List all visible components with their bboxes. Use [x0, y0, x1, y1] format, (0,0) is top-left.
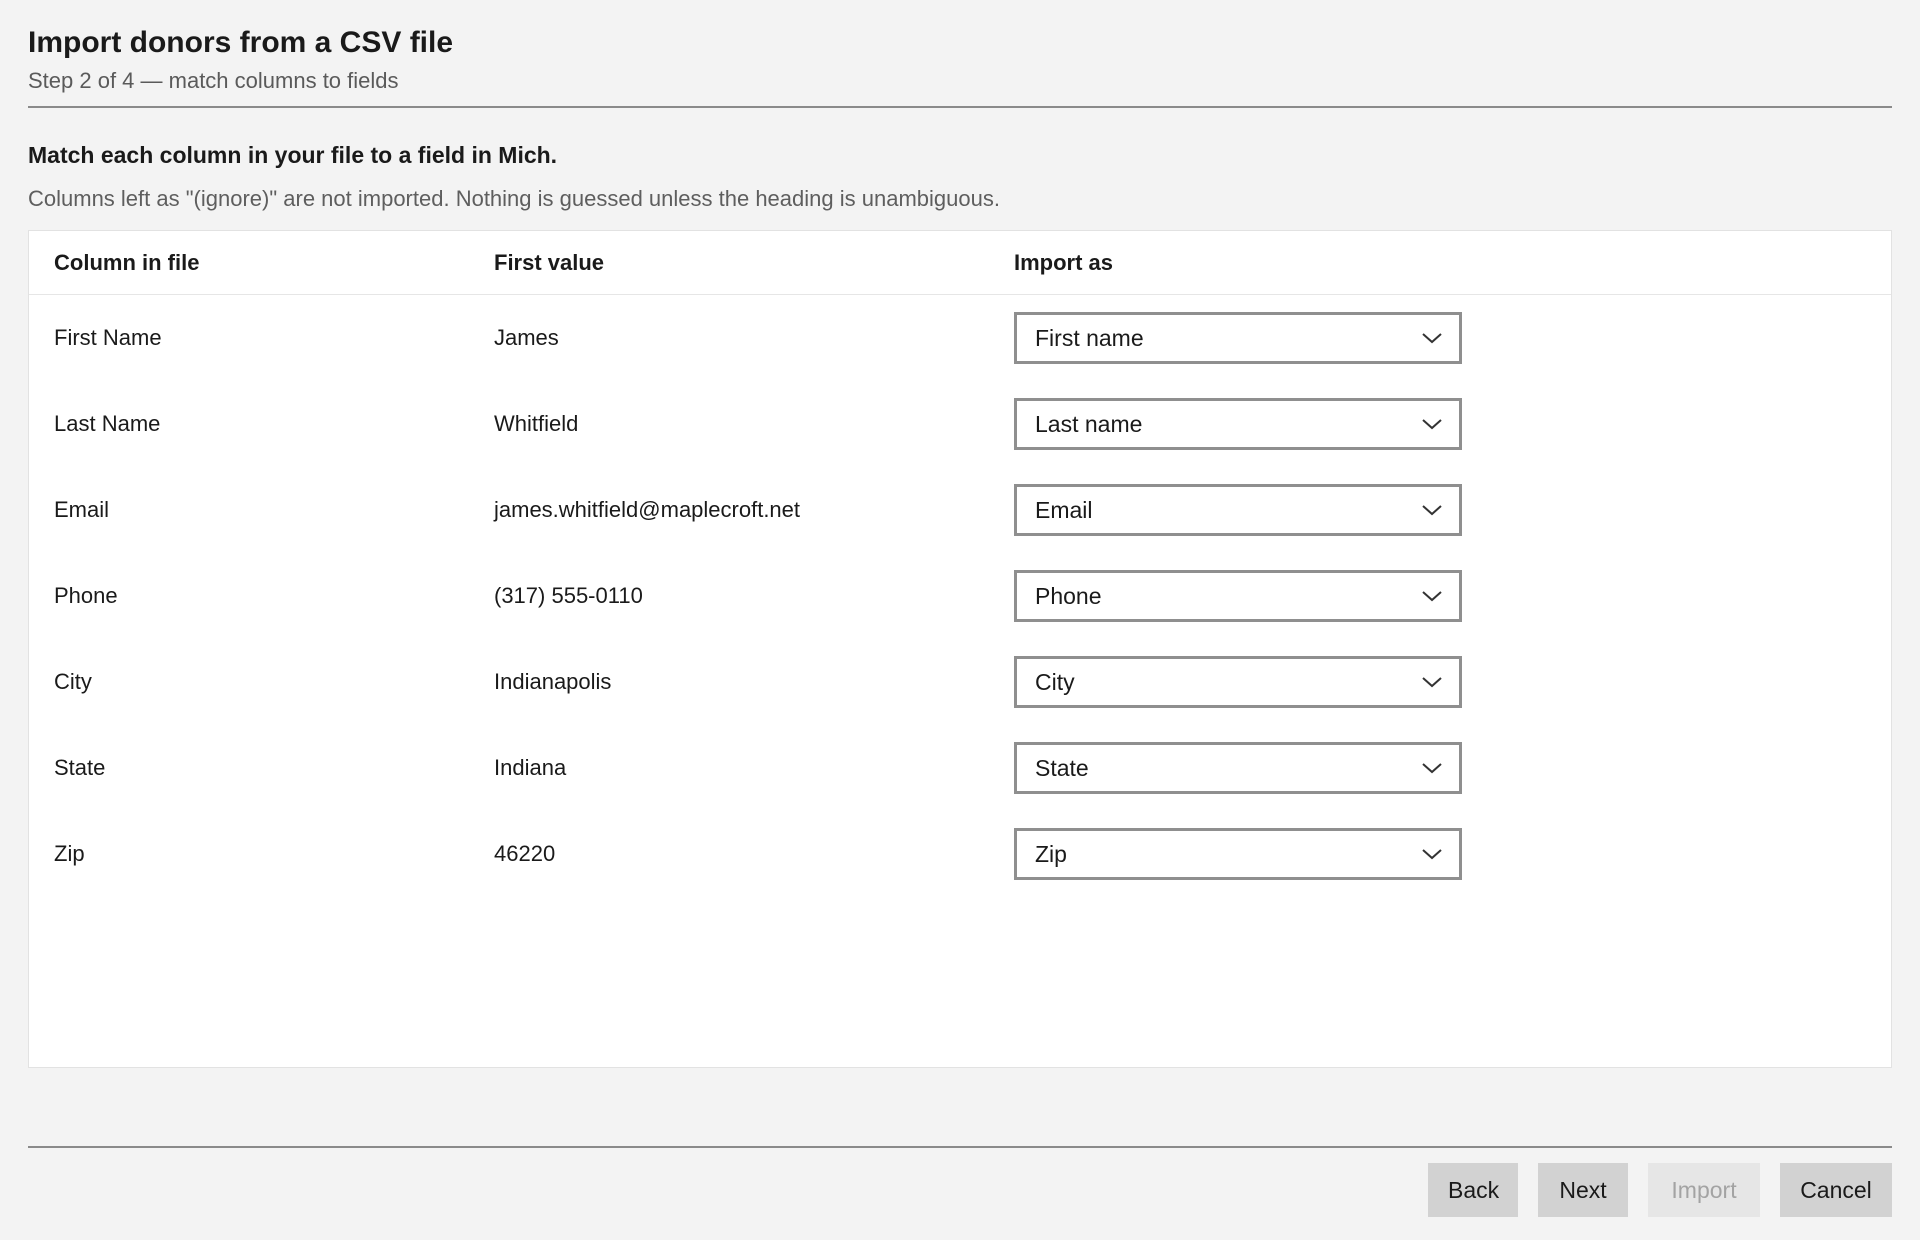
dropdown-selected-value: State: [1035, 754, 1089, 781]
dropdown-selected-value: Last name: [1035, 410, 1143, 437]
column-name: State: [54, 755, 106, 780]
table-row: First Name James First name: [29, 295, 1891, 381]
table-row: Zip 46220 Zip: [29, 811, 1891, 897]
first-value: Indiana: [494, 755, 567, 780]
cancel-button[interactable]: Cancel: [1780, 1163, 1892, 1217]
first-value: James: [494, 325, 559, 350]
wizard-buttons: Back Next Import Cancel: [1428, 1163, 1892, 1217]
table-row: Email james.whitfield@maplecroft.net Ema…: [29, 467, 1891, 553]
footer-divider: [28, 1146, 1892, 1148]
next-button[interactable]: Next: [1538, 1163, 1628, 1217]
table-body: First Name James First name Last Name Wh…: [29, 295, 1891, 897]
import-as-cell: Zip: [1014, 828, 1891, 880]
dropdown-selected-value: Phone: [1035, 582, 1102, 609]
table-header: Column in file First value Import as: [29, 231, 1891, 295]
table-row: State Indiana State: [29, 725, 1891, 811]
import-wizard-page: Import donors from a CSV file Step 2 of …: [0, 0, 1920, 1240]
chevron-down-icon: [1422, 333, 1442, 344]
import-as-dropdown[interactable]: First name: [1014, 312, 1462, 364]
import-as-cell: State: [1014, 742, 1891, 794]
first-value: james.whitfield@maplecroft.net: [494, 497, 801, 522]
header-import-as: Import as: [1014, 249, 1114, 275]
first-value: Whitfield: [494, 411, 579, 436]
column-name: Zip: [54, 841, 85, 866]
column-name: Phone: [54, 583, 118, 608]
chevron-down-icon: [1422, 677, 1442, 688]
import-as-cell: Last name: [1014, 398, 1891, 450]
back-button[interactable]: Back: [1428, 1163, 1518, 1217]
import-as-dropdown[interactable]: Zip: [1014, 828, 1462, 880]
first-value: 46220: [494, 841, 556, 866]
page-title: Import donors from a CSV file: [28, 26, 454, 59]
chevron-down-icon: [1422, 419, 1442, 430]
chevron-down-icon: [1422, 763, 1442, 774]
dropdown-selected-value: Zip: [1035, 840, 1067, 867]
header: Import donors from a CSV file Step 2 of …: [28, 0, 1892, 108]
table-row: City Indianapolis City: [29, 639, 1891, 725]
import-button: Import: [1648, 1163, 1760, 1217]
column-name: City: [54, 669, 92, 694]
column-mapping-table: Column in file First value Import as Fir…: [28, 230, 1892, 1068]
dropdown-selected-value: First name: [1035, 324, 1144, 351]
instructions-hint: Columns left as "(ignore)" are not impor…: [28, 186, 1000, 211]
import-as-dropdown[interactable]: City: [1014, 656, 1462, 708]
header-divider: [28, 106, 1892, 108]
table-row: Phone (317) 555-0110 Phone: [29, 553, 1891, 639]
first-value: (317) 555-0110: [494, 583, 643, 608]
header-column-in-file: Column in file: [54, 249, 200, 275]
header-first-value: First value: [494, 249, 605, 275]
import-as-dropdown[interactable]: Phone: [1014, 570, 1462, 622]
chevron-down-icon: [1422, 591, 1442, 602]
import-as-cell: Phone: [1014, 570, 1891, 622]
column-name: Email: [54, 497, 110, 522]
column-name: First Name: [54, 325, 162, 350]
dropdown-selected-value: Email: [1035, 496, 1093, 523]
import-as-dropdown[interactable]: Email: [1014, 484, 1462, 536]
chevron-down-icon: [1422, 505, 1442, 516]
chevron-down-icon: [1422, 849, 1442, 860]
import-as-cell: First name: [1014, 312, 1891, 364]
import-as-cell: City: [1014, 656, 1891, 708]
table-row: Last Name Whitfield Last name: [29, 381, 1891, 467]
instructions-heading: Match each column in your file to a fiel…: [28, 142, 558, 168]
column-name: Last Name: [54, 411, 161, 436]
dropdown-selected-value: City: [1035, 668, 1075, 695]
import-as-dropdown[interactable]: Last name: [1014, 398, 1462, 450]
import-as-cell: Email: [1014, 484, 1891, 536]
step-indicator: Step 2 of 4 — match columns to fields: [28, 68, 399, 93]
first-value: Indianapolis: [494, 669, 612, 694]
import-as-dropdown[interactable]: State: [1014, 742, 1462, 794]
